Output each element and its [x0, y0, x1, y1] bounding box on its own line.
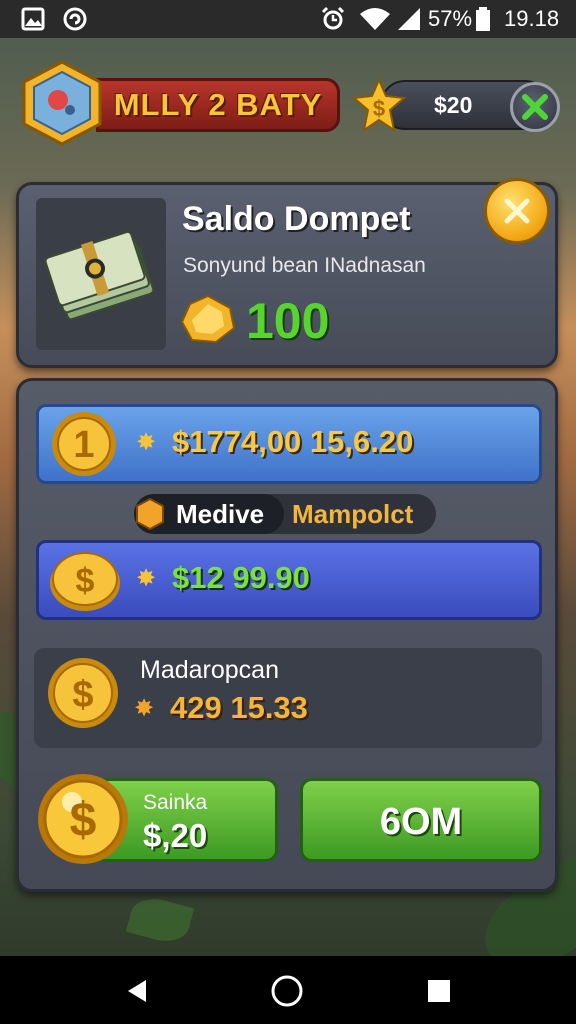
leaf-decor: [125, 892, 195, 948]
hexagon-icon: [136, 498, 164, 530]
tab-mampolct[interactable]: Mampolct: [292, 499, 413, 530]
alarm-icon: [321, 6, 345, 30]
item-frame: [36, 198, 166, 350]
coin-one-icon: 1: [52, 412, 116, 476]
battery-icon: [476, 7, 490, 31]
big-dollar-coin-icon: $: [38, 774, 128, 864]
gold-gem-icon: [180, 294, 236, 344]
dollar-coin-icon: $: [48, 658, 118, 728]
wallet-title: Saldo Dompet: [182, 200, 411, 238]
tab-medive-label: Medive: [176, 499, 265, 529]
detail-label: Madaropcan: [140, 656, 279, 684]
game-badge-icon: [22, 60, 102, 146]
close-button[interactable]: [510, 82, 560, 132]
sparkle-icon: ✸: [136, 565, 157, 592]
svg-text:$: $: [70, 794, 97, 847]
dollar-coin-icon: $: [50, 552, 120, 611]
detail-amount: 429 15.33: [170, 690, 308, 725]
confirm-button[interactable]: 6OM: [300, 778, 542, 862]
star-coin-icon: $: [352, 78, 406, 133]
navigation-bar: [0, 956, 576, 1024]
close-panel-button[interactable]: [484, 178, 550, 244]
close-icon: [522, 94, 548, 120]
coin-balance: $20: [434, 92, 473, 118]
svg-text:$: $: [76, 562, 95, 600]
confirm-button-label: 6OM: [379, 801, 463, 843]
back-icon[interactable]: [124, 978, 150, 1004]
balance-button-label: Sainka: [143, 791, 208, 814]
coin-number: 1: [73, 424, 94, 466]
offer-1-amount: $1774,00 15,6.20: [172, 424, 414, 459]
svg-text:$: $: [72, 674, 93, 716]
wifi-icon: [360, 8, 390, 30]
offer-2-amount: $12 99.90: [172, 560, 310, 595]
game-title: MLLY 2 BATY: [113, 87, 323, 122]
svg-text:$: $: [373, 96, 385, 121]
balance-button-amount: $,20: [143, 817, 208, 854]
home-icon[interactable]: [270, 974, 304, 1008]
close-icon: [504, 198, 530, 224]
recents-icon[interactable]: [426, 978, 452, 1004]
gallery-icon: [21, 7, 45, 31]
sparkle-icon: ✸: [136, 429, 157, 456]
status-bar: 57% 19.18: [0, 0, 576, 38]
sparkle-icon: ✸: [134, 695, 155, 722]
cash-stack-icon: [44, 230, 155, 321]
game-title-banner: MLLY 2 BATY: [96, 78, 340, 132]
wallet-subtitle: Sonyund bean INadnasan: [183, 254, 426, 277]
battery-percent: 57%: [428, 6, 473, 31]
wallet-amount: 100: [246, 293, 330, 349]
sync-icon: [63, 7, 87, 31]
signal-icon: [398, 8, 420, 30]
clock: 19.18: [504, 6, 560, 31]
